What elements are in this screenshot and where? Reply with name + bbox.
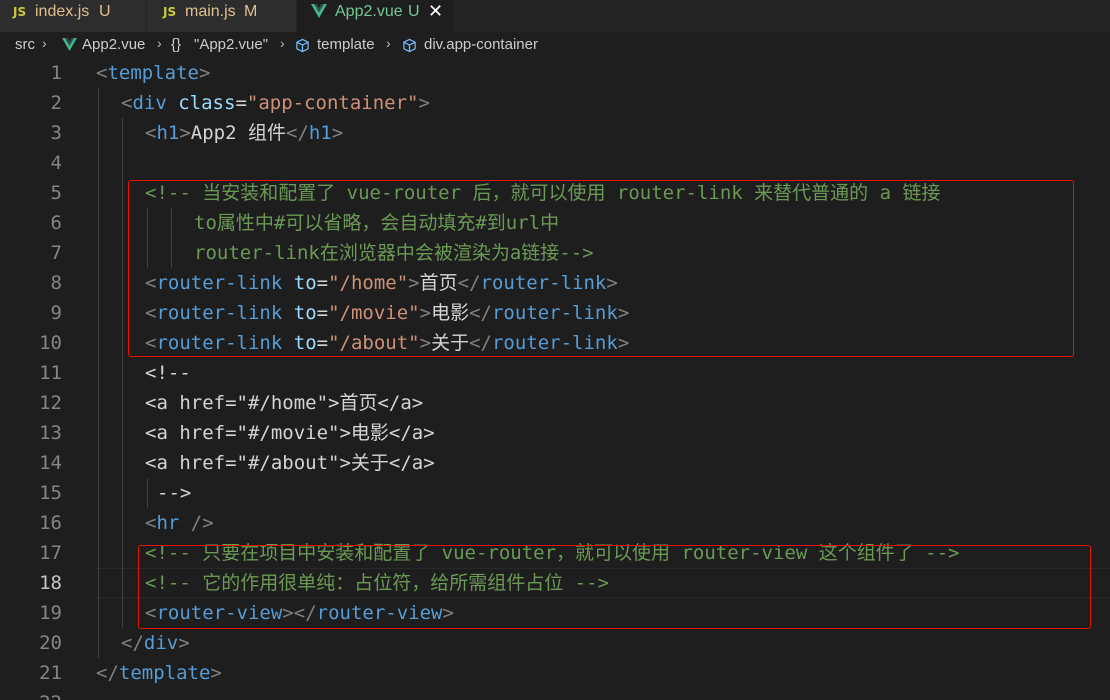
code-line[interactable]: </div> — [121, 628, 190, 658]
tab-main-js[interactable]: JS main.js M — [147, 0, 297, 32]
code-line[interactable]: <template> — [96, 58, 210, 88]
line-number: 2 — [50, 92, 62, 114]
braces-icon: {} — [171, 36, 182, 53]
close-icon[interactable]: ✕ — [428, 0, 443, 22]
breadcrumb-src[interactable]: src — [15, 36, 35, 53]
line-number: 10 — [39, 332, 62, 354]
indent-guide — [98, 88, 99, 658]
breadcrumb-block[interactable]: "App2.vue" — [194, 36, 268, 53]
git-status-badge: M — [244, 3, 258, 20]
line-number: 18 — [39, 572, 62, 594]
code-line[interactable]: --> — [157, 478, 191, 508]
line-number: 12 — [39, 392, 62, 414]
code-line[interactable]: </template> — [96, 658, 222, 688]
tab-label: index.js — [35, 3, 90, 20]
line-number: 21 — [39, 662, 62, 684]
tab-index-js[interactable]: JS index.js U — [0, 0, 147, 32]
breadcrumb: src › App2.vue › {} "App2.vue" › templat… — [0, 32, 1110, 58]
line-number: 6 — [50, 212, 62, 234]
line-number: 11 — [39, 362, 62, 384]
line-number: 20 — [39, 632, 62, 654]
tab-label: main.js — [185, 3, 236, 20]
vue-icon — [62, 38, 77, 55]
breadcrumb-container[interactable]: div.app-container — [424, 36, 538, 53]
chevron-right-icon: › — [157, 35, 162, 51]
chevron-right-icon: › — [280, 35, 285, 51]
line-number: 16 — [39, 512, 62, 534]
indent-guide — [122, 118, 123, 628]
breadcrumb-template[interactable]: template — [317, 36, 375, 53]
tab-label: App2.vue — [335, 3, 403, 20]
line-number: 1 — [50, 62, 62, 84]
line-number: 9 — [50, 302, 62, 324]
line-number: 7 — [50, 242, 62, 264]
line-number: 4 — [50, 152, 62, 174]
code-line[interactable]: <a href="#/movie">电影</a> — [145, 418, 435, 448]
line-number: 22 — [0, 688, 62, 700]
line-number: 13 — [39, 422, 62, 444]
chevron-right-icon: › — [386, 35, 391, 51]
code-editor[interactable]: 1 2 3 4 5 6 7 8 9 10 11 12 13 14 15 16 1… — [0, 58, 1110, 700]
breadcrumb-file[interactable]: App2.vue — [82, 36, 145, 53]
line-number: 19 — [39, 602, 62, 624]
chevron-right-icon: › — [42, 35, 47, 51]
line-number: 8 — [50, 272, 62, 294]
js-file-icon: JS — [13, 5, 27, 19]
code-line[interactable]: <h1>App2 组件</h1> — [145, 118, 343, 148]
code-line[interactable]: <a href="#/home">首页</a> — [145, 388, 423, 418]
line-number: 3 — [50, 122, 62, 144]
editor-window: JS index.js U JS main.js M App2.vue U ✕ … — [0, 0, 1110, 700]
highlight-box — [128, 180, 1074, 357]
tab-bar: JS index.js U JS main.js M App2.vue U ✕ — [0, 0, 1110, 32]
code-line[interactable]: <a href="#/about">关于</a> — [145, 448, 435, 478]
line-number: 5 — [50, 182, 62, 204]
cube-icon — [295, 38, 310, 57]
line-number: 14 — [39, 452, 62, 474]
code-line[interactable]: <hr /> — [145, 508, 214, 538]
js-file-icon: JS — [163, 5, 177, 19]
line-number: 15 — [39, 482, 62, 504]
tab-app2-vue[interactable]: App2.vue U ✕ — [297, 0, 453, 32]
git-status-badge: U — [408, 3, 420, 20]
code-line[interactable]: <div class="app-container"> — [121, 88, 430, 118]
highlight-box — [138, 545, 1091, 629]
vue-icon — [311, 3, 327, 25]
git-status-badge: U — [99, 3, 111, 20]
indent-guide — [147, 478, 148, 508]
cube-icon — [402, 38, 417, 57]
code-line[interactable]: <!-- — [145, 358, 191, 388]
line-number: 17 — [39, 542, 62, 564]
